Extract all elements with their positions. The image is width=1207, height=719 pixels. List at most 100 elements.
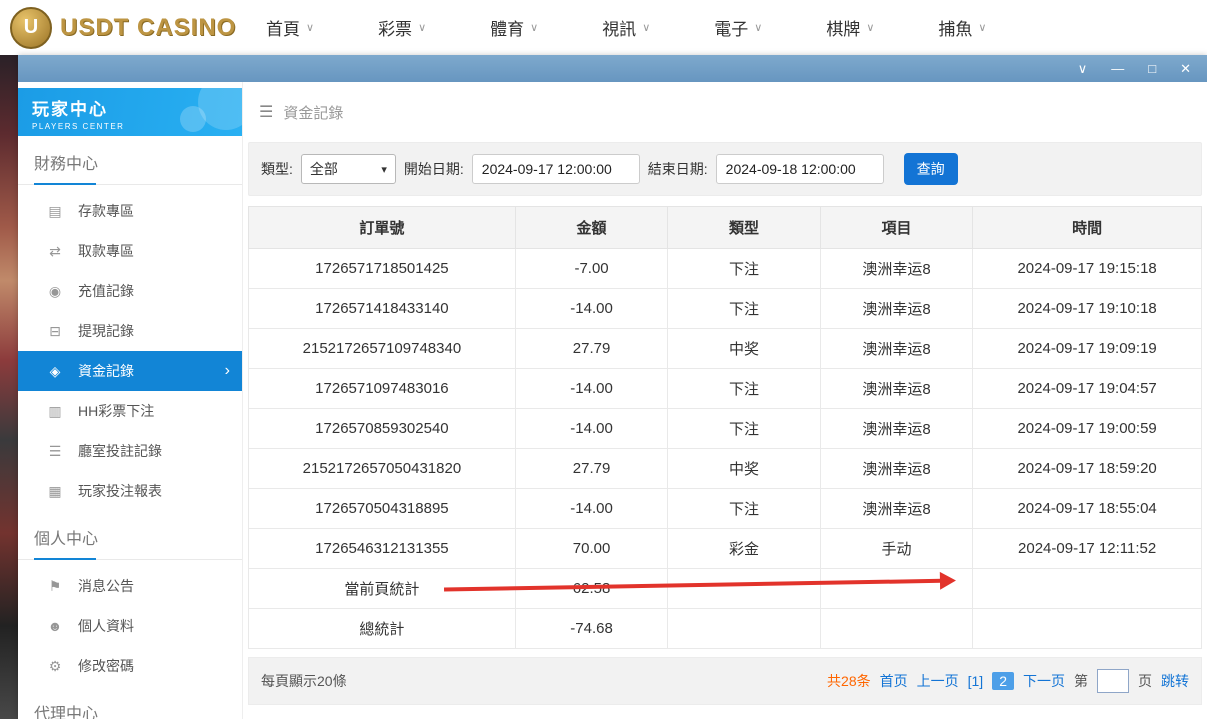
prev-page-link[interactable]: 上一页 xyxy=(917,671,959,691)
nav-label: 電子 xyxy=(714,15,748,40)
gear-icon: ⚙ xyxy=(46,658,64,675)
start-date-input[interactable] xyxy=(472,154,640,184)
window-titlebar: ∨ — □ ✕ xyxy=(18,55,1207,82)
table-row: 1726571097483016-14.00下注澳洲幸运82024-09-17 … xyxy=(249,369,1202,409)
next-page-link[interactable]: 下一页 xyxy=(1023,671,1065,691)
nav-label: 棋牌 xyxy=(826,15,860,40)
page-title: 資金記錄 xyxy=(283,102,343,123)
section-personal-center: 個人中心 xyxy=(18,511,242,560)
chevron-down-icon: ∨ xyxy=(530,21,538,34)
type-label: 類型: xyxy=(261,159,293,179)
sidebar-item-label: 廳室投註記錄 xyxy=(78,441,162,461)
end-date-label: 結束日期: xyxy=(648,159,708,179)
nav-label: 首頁 xyxy=(266,15,300,40)
column-header-order-no: 訂單號 xyxy=(249,207,516,249)
logo[interactable]: U USDT CASINO xyxy=(0,7,252,49)
logo-text: USDT CASINO xyxy=(60,14,236,42)
chevron-down-icon: ∨ xyxy=(754,21,762,34)
page-2-current[interactable]: 2 xyxy=(992,672,1014,690)
minimize-icon[interactable]: — xyxy=(1111,62,1124,75)
nav-label: 彩票 xyxy=(378,15,412,40)
collapse-icon[interactable]: ∨ xyxy=(1078,62,1088,75)
close-icon[interactable]: ✕ xyxy=(1180,62,1191,75)
table-row: 1726571718501425-7.00下注澳洲幸运82024-09-17 1… xyxy=(249,249,1202,289)
sidebar-item-label: 存款專區 xyxy=(78,201,134,221)
nav-item-home[interactable]: 首頁 ∨ xyxy=(266,15,314,40)
nav-item-board-games[interactable]: 棋牌 ∨ xyxy=(826,15,874,40)
hall-bet-icon: ☰ xyxy=(46,443,64,460)
jump-page-input[interactable] xyxy=(1097,669,1129,693)
nav-item-sports[interactable]: 體育 ∨ xyxy=(490,15,538,40)
nav-label: 捕魚 xyxy=(938,15,972,40)
sidebar-item-cashout-record[interactable]: ⊟ 提現記錄 xyxy=(18,311,242,351)
table-row: 1726571418433140-14.00下注澳洲幸运82024-09-17 … xyxy=(249,289,1202,329)
chevron-down-icon: ∨ xyxy=(418,21,426,34)
search-button[interactable]: 查詢 xyxy=(904,153,958,185)
nav-item-live-video[interactable]: 視訊 ∨ xyxy=(602,15,650,40)
chevron-down-icon: ∨ xyxy=(866,21,874,34)
chevron-right-icon: › xyxy=(225,362,230,380)
section-agent-center: 代理中心 xyxy=(18,686,242,719)
chevron-down-icon: ∨ xyxy=(642,21,650,34)
sidebar-item-label: 消息公告 xyxy=(78,576,134,596)
nav-item-fishing[interactable]: 捕魚 ∨ xyxy=(938,15,986,40)
sidebar-item-withdraw-zone[interactable]: ⇄ 取款專區 xyxy=(18,231,242,271)
sidebar-item-hall-bet-record[interactable]: ☰ 廳室投註記錄 xyxy=(18,431,242,471)
table-row: 215217265710974834027.79中奖澳洲幸运82024-09-1… xyxy=(249,329,1202,369)
sidebar-item-announcements[interactable]: ⚑ 消息公告 xyxy=(18,566,242,606)
sidebar-item-hh-lottery-bets[interactable]: ▥ HH彩票下注 xyxy=(18,391,242,431)
menu-icon[interactable]: ☰ xyxy=(259,102,273,122)
background-photo-strip xyxy=(0,55,18,719)
table-row: 1726570504318895-14.00下注澳洲幸运82024-09-17 … xyxy=(249,489,1202,529)
column-header-type: 類型 xyxy=(668,207,820,249)
sidebar-item-change-password[interactable]: ⚙ 修改密碼 xyxy=(18,646,242,686)
chevron-down-icon: ∨ xyxy=(306,21,314,34)
pagination: 共28条 首页 上一页 [1] 2 下一页 第 页 跳转 xyxy=(827,669,1189,693)
sidebar-subtitle: PLAYERS CENTER xyxy=(32,122,242,131)
main-content: ☰ 資金記錄 類型: 全部 ▾ 開始日期: 結束日期: 查詢 xyxy=(243,82,1207,719)
breadcrumb: ☰ 資金記錄 xyxy=(243,82,1207,142)
table-header-row: 訂單號 金額 類型 項目 時間 xyxy=(249,207,1202,249)
first-page-link[interactable]: 首页 xyxy=(880,671,908,691)
type-select-value: 全部 xyxy=(310,159,338,179)
sidebar-item-label: 修改密碼 xyxy=(78,656,134,676)
type-select[interactable]: 全部 ▾ xyxy=(301,154,396,184)
sidebar-item-profile[interactable]: ☻ 個人資料 xyxy=(18,606,242,646)
cashout-icon: ⊟ xyxy=(46,323,64,340)
sidebar-item-label: HH彩票下注 xyxy=(78,401,154,421)
sidebar-item-label: 玩家投注報表 xyxy=(78,481,162,501)
jump-label-after: 页 xyxy=(1138,671,1152,691)
nav-item-lottery[interactable]: 彩票 ∨ xyxy=(378,15,426,40)
jump-button[interactable]: 跳转 xyxy=(1161,671,1189,691)
table-footer: 每頁顯示20條 共28条 首页 上一页 [1] 2 下一页 第 页 跳转 xyxy=(248,657,1202,705)
chevron-down-icon: ∨ xyxy=(978,21,986,34)
page-1-link[interactable]: [1] xyxy=(968,673,984,689)
sidebar-item-recharge-record[interactable]: ◉ 充值記錄 xyxy=(18,271,242,311)
window-body: 玩家中心 PLAYERS CENTER 財務中心 ▤ 存款專區 ⇄ 取款專區 ◉… xyxy=(18,82,1207,719)
players-center-header: 玩家中心 PLAYERS CENTER xyxy=(18,88,242,136)
sidebar-item-funds-record[interactable]: ◈ 資金記錄 › xyxy=(18,351,242,391)
total-count: 共28条 xyxy=(827,671,871,691)
table-row: 215217265705043182027.79中奖澳洲幸运82024-09-1… xyxy=(249,449,1202,489)
end-date-input[interactable] xyxy=(716,154,884,184)
report-icon: ▦ xyxy=(46,483,64,500)
sidebar-item-deposit-zone[interactable]: ▤ 存款專區 xyxy=(18,191,242,231)
jump-label-before: 第 xyxy=(1074,671,1088,691)
table-row-total-summary: 總統計-74.68 xyxy=(249,609,1202,649)
announcement-icon: ⚑ xyxy=(46,578,64,595)
maximize-icon[interactable]: □ xyxy=(1148,62,1156,75)
deposit-card-icon: ▤ xyxy=(46,203,64,220)
recharge-icon: ◉ xyxy=(46,283,64,300)
funds-record-table: 訂單號 金額 類型 項目 時間 1726571718501425-7.00下注澳… xyxy=(248,206,1202,649)
sidebar-item-label: 個人資料 xyxy=(78,616,134,636)
select-arrow-icon: ▾ xyxy=(381,163,387,176)
nav-item-slots[interactable]: 電子 ∨ xyxy=(714,15,762,40)
withdraw-icon: ⇄ xyxy=(46,243,64,260)
sidebar-item-label: 充值記錄 xyxy=(78,281,134,301)
table-row: 1726570859302540-14.00下注澳洲幸运82024-09-17 … xyxy=(249,409,1202,449)
sidebar-item-player-bet-report[interactable]: ▦ 玩家投注報表 xyxy=(18,471,242,511)
page-size-label: 每頁顯示20條 xyxy=(261,671,347,691)
start-date-label: 開始日期: xyxy=(404,159,464,179)
sidebar-item-label: 取款專區 xyxy=(78,241,134,261)
column-header-amount: 金額 xyxy=(515,207,667,249)
